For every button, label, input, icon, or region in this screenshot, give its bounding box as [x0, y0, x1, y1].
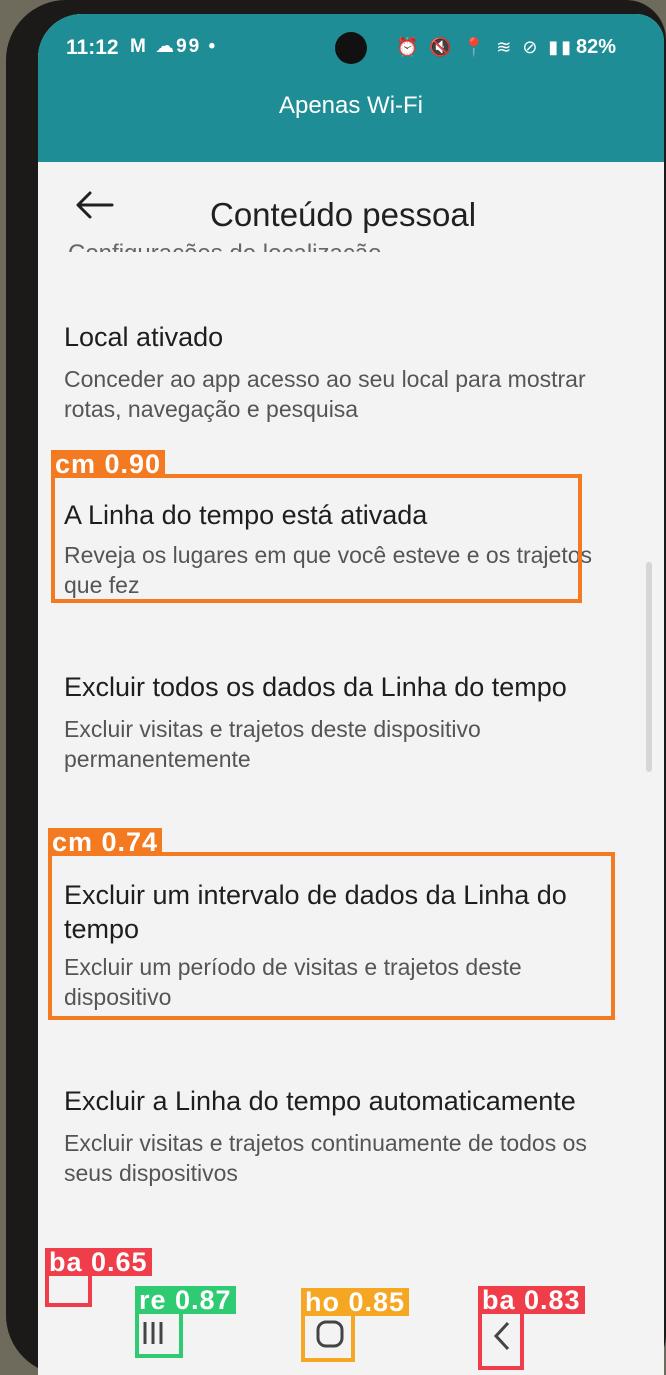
cut-off-item-text: Configurações de localização [68, 236, 382, 252]
settings-list: Configurações de localização Local ativa… [38, 240, 664, 1252]
item-title: Excluir a Linha do tempo automaticamente [64, 1086, 576, 1116]
settings-item-auto-delete-timeline[interactable]: Excluir a Linha do tempo automaticamente… [64, 1084, 624, 1188]
detection-label: cm 0.74 [48, 828, 163, 856]
front-camera [335, 32, 367, 64]
settings-item-delete-all-timeline[interactable]: Excluir todos os dados da Linha do tempo… [64, 670, 624, 774]
settings-item-delete-timeline-range[interactable]: Excluir um intervalo de dados da Linha d… [64, 878, 624, 1012]
page-title: Conteúdo pessoal [210, 196, 477, 233]
arrow-left-icon[interactable] [74, 190, 114, 220]
phone-screen: 11:12 M ☁99 • ⏰ 🔇 📍 ≋ ⊘ ▮▮ 82% Apenas Wi… [38, 14, 664, 1375]
detection-label: ho 0.85 [301, 1288, 410, 1316]
settings-item-timeline-on[interactable]: A Linha do tempo está ativada Reveja os … [64, 498, 624, 600]
battery-level: 82% [576, 36, 617, 58]
detection-label: ba 0.83 [478, 1286, 585, 1314]
detection-label: ba 0.65 [45, 1248, 152, 1276]
item-title: A Linha do tempo está ativada [64, 500, 428, 530]
item-description: Conceder ao app acesso ao seu local para… [64, 366, 586, 422]
item-title: Excluir um intervalo de dados da Linha d… [64, 880, 567, 944]
item-title: Excluir todos os dados da Linha do tempo [64, 672, 567, 702]
item-description: Reveja os lugares em que você esteve e o… [64, 542, 593, 598]
item-description: Excluir um período de visitas e trajetos… [64, 954, 522, 1010]
recents-icon[interactable] [138, 1318, 168, 1348]
item-title: Local ativado [64, 322, 224, 352]
scrollbar[interactable] [646, 562, 652, 772]
settings-item-location[interactable]: Local ativado Conceder ao app acesso ao … [64, 320, 624, 424]
system-status-icons: ⏰ 🔇 📍 ≋ ⊘ ▮▮ [396, 37, 575, 57]
back-chevron-icon[interactable] [490, 1320, 514, 1352]
detection-label: cm 0.90 [51, 450, 166, 478]
item-description: Excluir visitas e trajetos continuamente… [64, 1130, 587, 1186]
status-time: 11:12 [66, 36, 119, 59]
item-description: Excluir visitas e trajetos deste disposi… [64, 716, 481, 772]
status-bar: 11:12 M ☁99 • ⏰ 🔇 📍 ≋ ⊘ ▮▮ 82% Apenas Wi… [38, 14, 664, 162]
wifi-only-banner: Apenas Wi-Fi [278, 92, 424, 119]
detection-label: re 0.87 [135, 1286, 236, 1314]
notification-icons: M ☁99 • [130, 36, 218, 57]
home-icon[interactable] [314, 1318, 346, 1350]
